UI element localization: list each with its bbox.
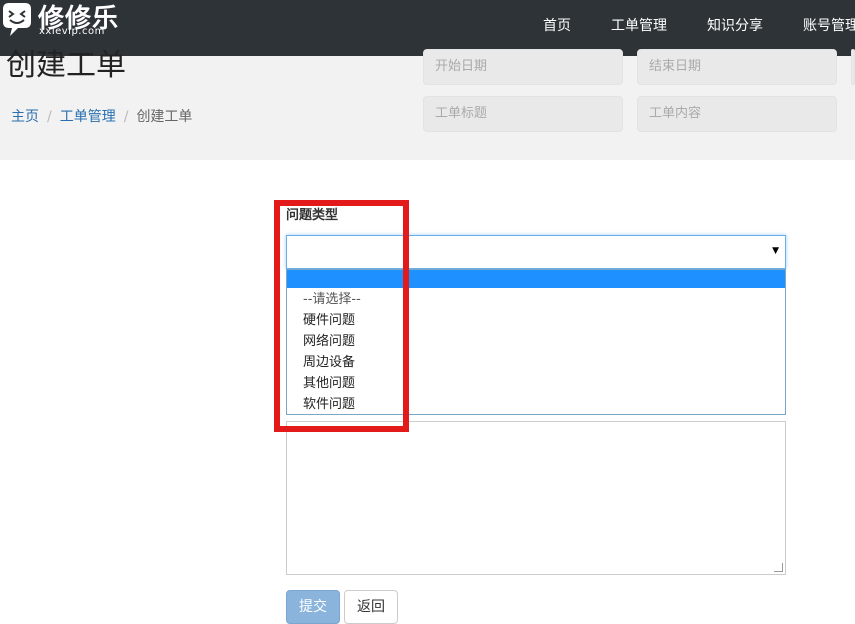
- breadcrumb-home[interactable]: 主页: [11, 109, 39, 125]
- nav-account-management[interactable]: 账号管理: [803, 15, 855, 35]
- top-navbar: 修修乐 xxlevip.com 首页 工单管理 知识分享 账号管理: [0, 0, 855, 56]
- dropdown-arrow-icon: ▼: [772, 246, 779, 256]
- breadcrumb-current: 创建工单: [136, 109, 193, 125]
- brand-domain: xxlevip.com: [39, 26, 105, 37]
- back-button[interactable]: 返回: [344, 590, 398, 624]
- breadcrumb-ticket-management[interactable]: 工单管理: [60, 109, 116, 125]
- filter-overflow-input[interactable]: [851, 49, 855, 85]
- annotation-highlight-box: [274, 200, 409, 432]
- ticket-content-input[interactable]: 工单内容: [637, 96, 837, 132]
- nav-home[interactable]: 首页: [543, 15, 571, 35]
- breadcrumb-separator: /: [123, 109, 129, 125]
- start-date-input[interactable]: 开始日期: [423, 49, 623, 85]
- description-textarea[interactable]: [286, 421, 786, 575]
- end-date-input[interactable]: 结束日期: [637, 49, 837, 85]
- page-title: 创建工单: [6, 48, 126, 83]
- submit-button[interactable]: 提交: [286, 590, 340, 624]
- nav-knowledge-sharing[interactable]: 知识分享: [707, 15, 763, 35]
- nav-ticket-management[interactable]: 工单管理: [611, 15, 667, 35]
- breadcrumb-separator: /: [47, 109, 52, 125]
- smiley-logo-icon: [3, 3, 31, 36]
- breadcrumb: 主页 / 工单管理 / 创建工单: [11, 106, 192, 126]
- ticket-title-input[interactable]: 工单标题: [423, 96, 623, 132]
- resize-grip-icon[interactable]: [774, 563, 783, 572]
